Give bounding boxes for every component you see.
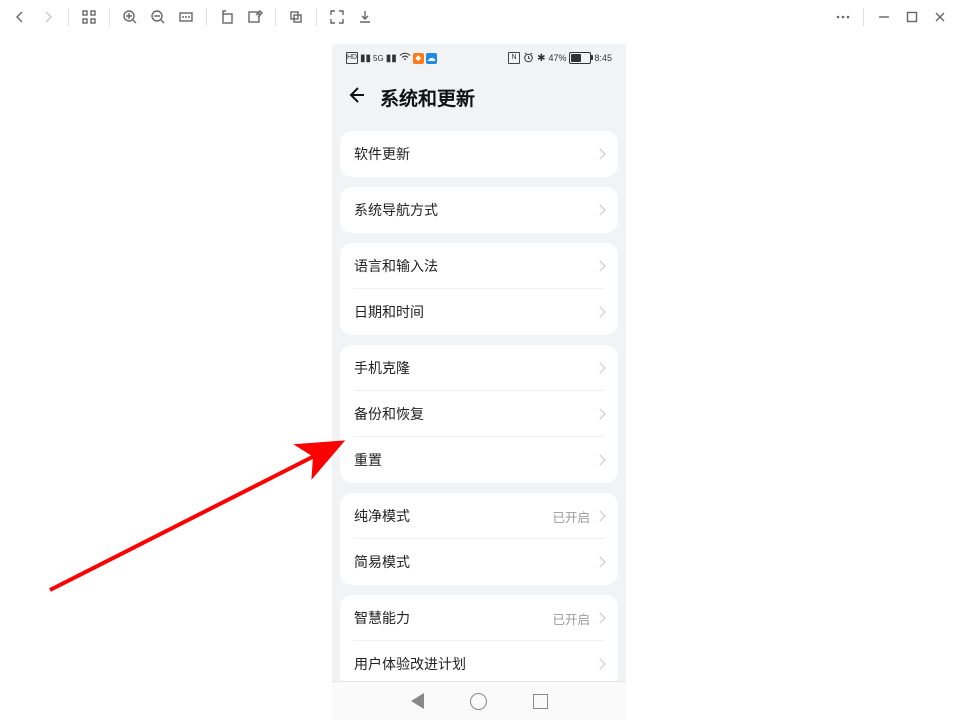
- annotation-arrow: [40, 210, 360, 610]
- battery-pct: 47%: [548, 53, 566, 63]
- page-header: 系统和更新: [332, 68, 626, 121]
- row-navigation-mode[interactable]: 系统导航方式: [340, 187, 618, 233]
- phone-screenshot: HD ▮▮ 5G ▮▮ ◆ ☁ N ✱ 47% 8:45 系统和更新: [332, 44, 626, 720]
- settings-card: 手机克隆 备份和恢复 重置: [340, 345, 618, 483]
- row-label: 纯净模式: [354, 506, 410, 526]
- hd-icon: HD: [346, 52, 358, 64]
- toolbar-divider: [206, 8, 207, 26]
- page-title: 系统和更新: [380, 84, 475, 111]
- forward-button[interactable]: [34, 3, 62, 31]
- row-pure-mode[interactable]: 纯净模式 已开启: [340, 493, 618, 539]
- chevron-right-icon: [594, 148, 605, 159]
- settings-card: 智慧能力 已开启 用户体验改进计划: [340, 595, 618, 687]
- download-icon[interactable]: [351, 3, 379, 31]
- edit-icon[interactable]: [241, 3, 269, 31]
- row-simple-mode[interactable]: 简易模式: [340, 539, 618, 585]
- nfc-icon: N: [508, 52, 520, 64]
- row-label: 重置: [354, 450, 382, 470]
- chevron-right-icon: [594, 306, 605, 317]
- clock: 8:45: [594, 53, 612, 63]
- settings-card: 软件更新: [340, 131, 618, 177]
- signal-icon: ▮▮: [360, 53, 371, 64]
- chevron-right-icon: [594, 260, 605, 271]
- viewer-toolbar: [0, 0, 960, 34]
- back-arrow-icon[interactable]: [346, 85, 366, 110]
- signal2-icon: ▮▮: [386, 53, 397, 64]
- row-software-update[interactable]: 软件更新: [340, 131, 618, 177]
- row-label: 系统导航方式: [354, 200, 438, 220]
- chevron-right-icon: [594, 612, 605, 623]
- zoom-in-icon[interactable]: [116, 3, 144, 31]
- row-value: 已开启: [552, 507, 590, 526]
- more-icon[interactable]: [829, 3, 857, 31]
- row-reset[interactable]: 重置: [340, 437, 618, 483]
- app-badge-icon: ◆: [413, 53, 424, 64]
- row-label: 智慧能力: [354, 608, 410, 628]
- duplicate-icon[interactable]: [282, 3, 310, 31]
- fullscreen-icon[interactable]: [323, 3, 351, 31]
- settings-card: 纯净模式 已开启 简易模式: [340, 493, 618, 585]
- chevron-right-icon: [594, 408, 605, 419]
- system-navbar: [332, 681, 626, 720]
- chevron-right-icon: [594, 362, 605, 373]
- chevron-right-icon: [594, 510, 605, 521]
- battery-icon: [569, 52, 591, 64]
- row-phone-clone[interactable]: 手机克隆: [340, 345, 618, 391]
- minimize-button[interactable]: [870, 3, 898, 31]
- wifi-icon: [399, 52, 411, 64]
- row-label: 软件更新: [354, 144, 410, 164]
- row-label: 日期和时间: [354, 302, 424, 322]
- row-ai-abilities[interactable]: 智慧能力 已开启: [340, 595, 618, 641]
- bluetooth-icon: ✱: [537, 53, 545, 64]
- toolbar-divider: [863, 8, 864, 26]
- row-label: 用户体验改进计划: [354, 654, 466, 674]
- toolbar-divider: [275, 8, 276, 26]
- cloud-icon: ☁: [426, 53, 437, 64]
- row-label: 手机克隆: [354, 358, 410, 378]
- toolbar-divider: [109, 8, 110, 26]
- zoom-out-icon[interactable]: [144, 3, 172, 31]
- rotate-icon[interactable]: [213, 3, 241, 31]
- settings-card: 系统导航方式: [340, 187, 618, 233]
- actual-size-icon[interactable]: [172, 3, 200, 31]
- alarm-icon: [523, 52, 534, 65]
- network-label: 5G: [373, 54, 384, 63]
- settings-card: 语言和输入法 日期和时间: [340, 243, 618, 335]
- chevron-right-icon: [594, 658, 605, 669]
- nav-recent-icon[interactable]: [533, 694, 548, 709]
- row-value: 已开启: [552, 609, 590, 628]
- row-label: 备份和恢复: [354, 404, 424, 424]
- back-button[interactable]: [6, 3, 34, 31]
- maximize-button[interactable]: [898, 3, 926, 31]
- chevron-right-icon: [594, 556, 605, 567]
- close-button[interactable]: [926, 3, 954, 31]
- chevron-right-icon: [594, 204, 605, 215]
- row-label: 语言和输入法: [354, 256, 438, 276]
- row-language-input[interactable]: 语言和输入法: [340, 243, 618, 289]
- chevron-right-icon: [594, 454, 605, 465]
- toolbar-divider: [316, 8, 317, 26]
- status-bar: HD ▮▮ 5G ▮▮ ◆ ☁ N ✱ 47% 8:45: [332, 44, 626, 68]
- row-backup-restore[interactable]: 备份和恢复: [340, 391, 618, 437]
- row-date-time[interactable]: 日期和时间: [340, 289, 618, 335]
- nav-back-icon[interactable]: [411, 693, 424, 709]
- toolbar-divider: [68, 8, 69, 26]
- row-label: 简易模式: [354, 552, 410, 572]
- nav-home-icon[interactable]: [470, 693, 487, 710]
- apps-grid-icon[interactable]: [75, 3, 103, 31]
- settings-groups: 软件更新 系统导航方式 语言和输入法 日期和时间 手机克隆: [332, 131, 626, 687]
